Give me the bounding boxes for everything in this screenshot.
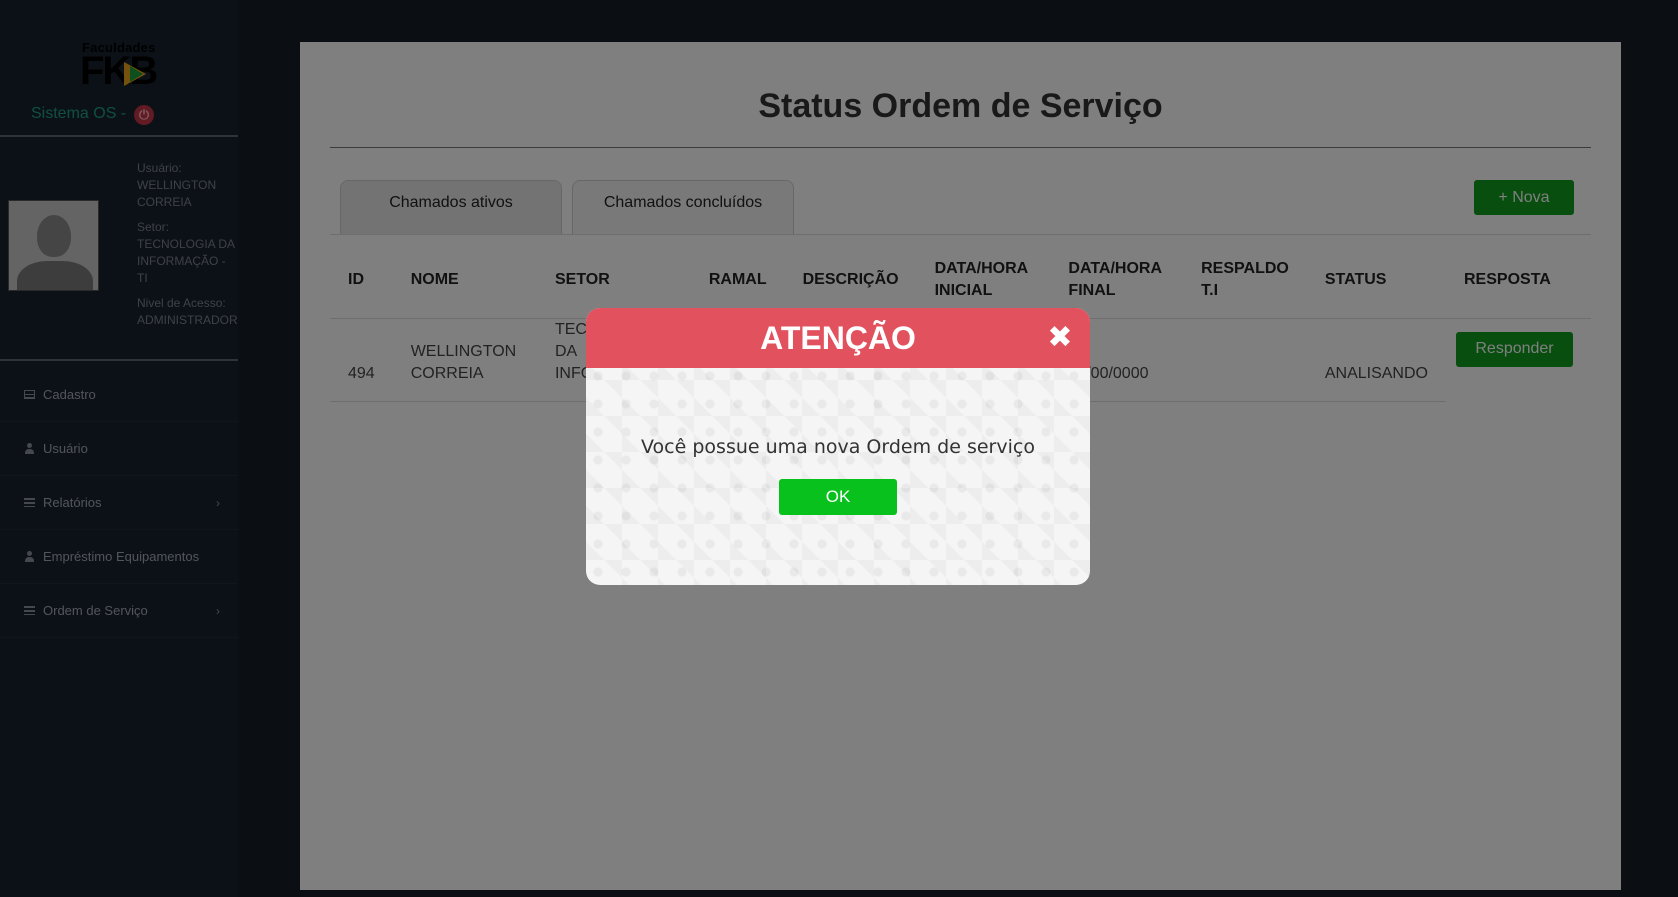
alert-modal: ATENÇÃO ✖ Você possue uma nova Ordem de … (586, 308, 1090, 585)
modal-title: ATENÇÃO (586, 308, 1090, 368)
close-icon[interactable]: ✖ (1040, 318, 1080, 358)
modal-message: Você possue uma nova Ordem de serviço (641, 436, 1035, 458)
ok-button[interactable]: OK (779, 479, 897, 515)
